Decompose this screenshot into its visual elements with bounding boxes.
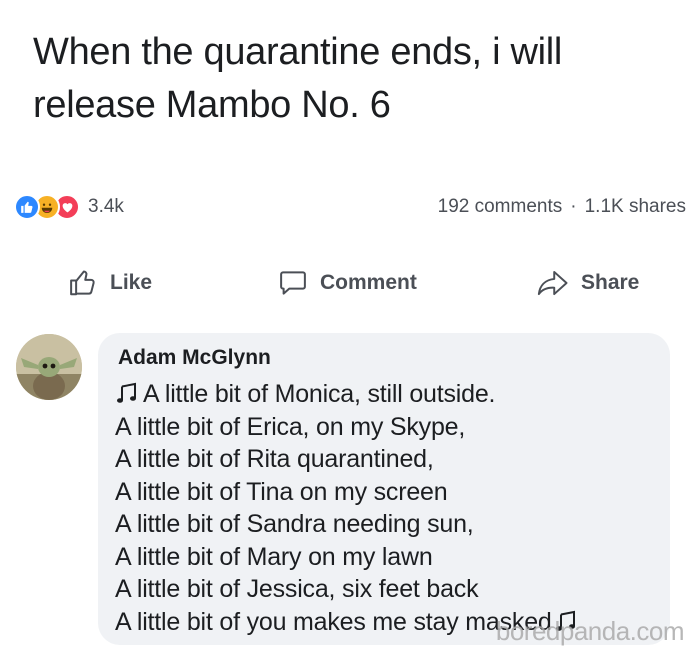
- like-button[interactable]: Like: [68, 268, 152, 298]
- share-button[interactable]: Share: [537, 268, 639, 298]
- music-note-icon: [117, 382, 136, 403]
- post-text: When the quarantine ends, i will release…: [33, 26, 673, 132]
- share-button-label: Share: [581, 271, 640, 294]
- reaction-count: 3.4k: [88, 196, 124, 217]
- comment-line-text: A little bit of you makes me stay masked: [115, 607, 552, 636]
- comment-line-text: A little bit of Monica, still outside.: [143, 380, 496, 408]
- shares-count-link[interactable]: 1.1K shares: [585, 196, 686, 218]
- comment-bubble-icon: [280, 271, 306, 295]
- post-text-line: release Mambo No. 6: [33, 84, 391, 126]
- engagement-counts: 192 comments · 1.1K shares: [438, 196, 686, 218]
- post-stats-bar: 3.4k 192 comments · 1.1K shares: [14, 190, 686, 224]
- reactions-summary[interactable]: 3.4k: [14, 194, 124, 220]
- comment-line: A little bit of Erica, on my Skype,: [115, 412, 466, 441]
- watermark-text: boredpanda.com: [495, 616, 685, 646]
- comment-line: A little bit of Tina on my screen: [115, 477, 448, 506]
- like-reaction-icon: [14, 194, 40, 220]
- like-button-label: Like: [110, 271, 153, 294]
- comment-author-name[interactable]: Adam McGlynn: [118, 346, 271, 370]
- comment-line: A little bit of Jessica, six feet back: [115, 575, 479, 603]
- comment-line: A little bit of Mary on my lawn: [115, 542, 433, 571]
- commenter-avatar[interactable]: [16, 334, 82, 400]
- comment-body: A little bit of Monica, still outside. A…: [115, 378, 675, 638]
- share-arrow-icon: [537, 270, 568, 296]
- comment-button-label: Comment: [320, 271, 417, 294]
- post-action-bar: Like Comment Share: [0, 258, 700, 308]
- reaction-icons: [14, 194, 80, 220]
- post-text-line: When the quarantine ends, i will: [33, 31, 563, 73]
- separator-dot: ·: [570, 196, 577, 217]
- comment-line: A little bit of Rita quarantined,: [115, 445, 434, 473]
- comment-line: A little bit of Monica, still outside.: [115, 378, 675, 411]
- comments-count-link[interactable]: 192 comments: [438, 196, 563, 218]
- comment-button[interactable]: Comment: [278, 268, 417, 298]
- thumbs-up-icon: [70, 270, 95, 296]
- comment-line: A little bit of Sandra needing sun,: [115, 510, 474, 538]
